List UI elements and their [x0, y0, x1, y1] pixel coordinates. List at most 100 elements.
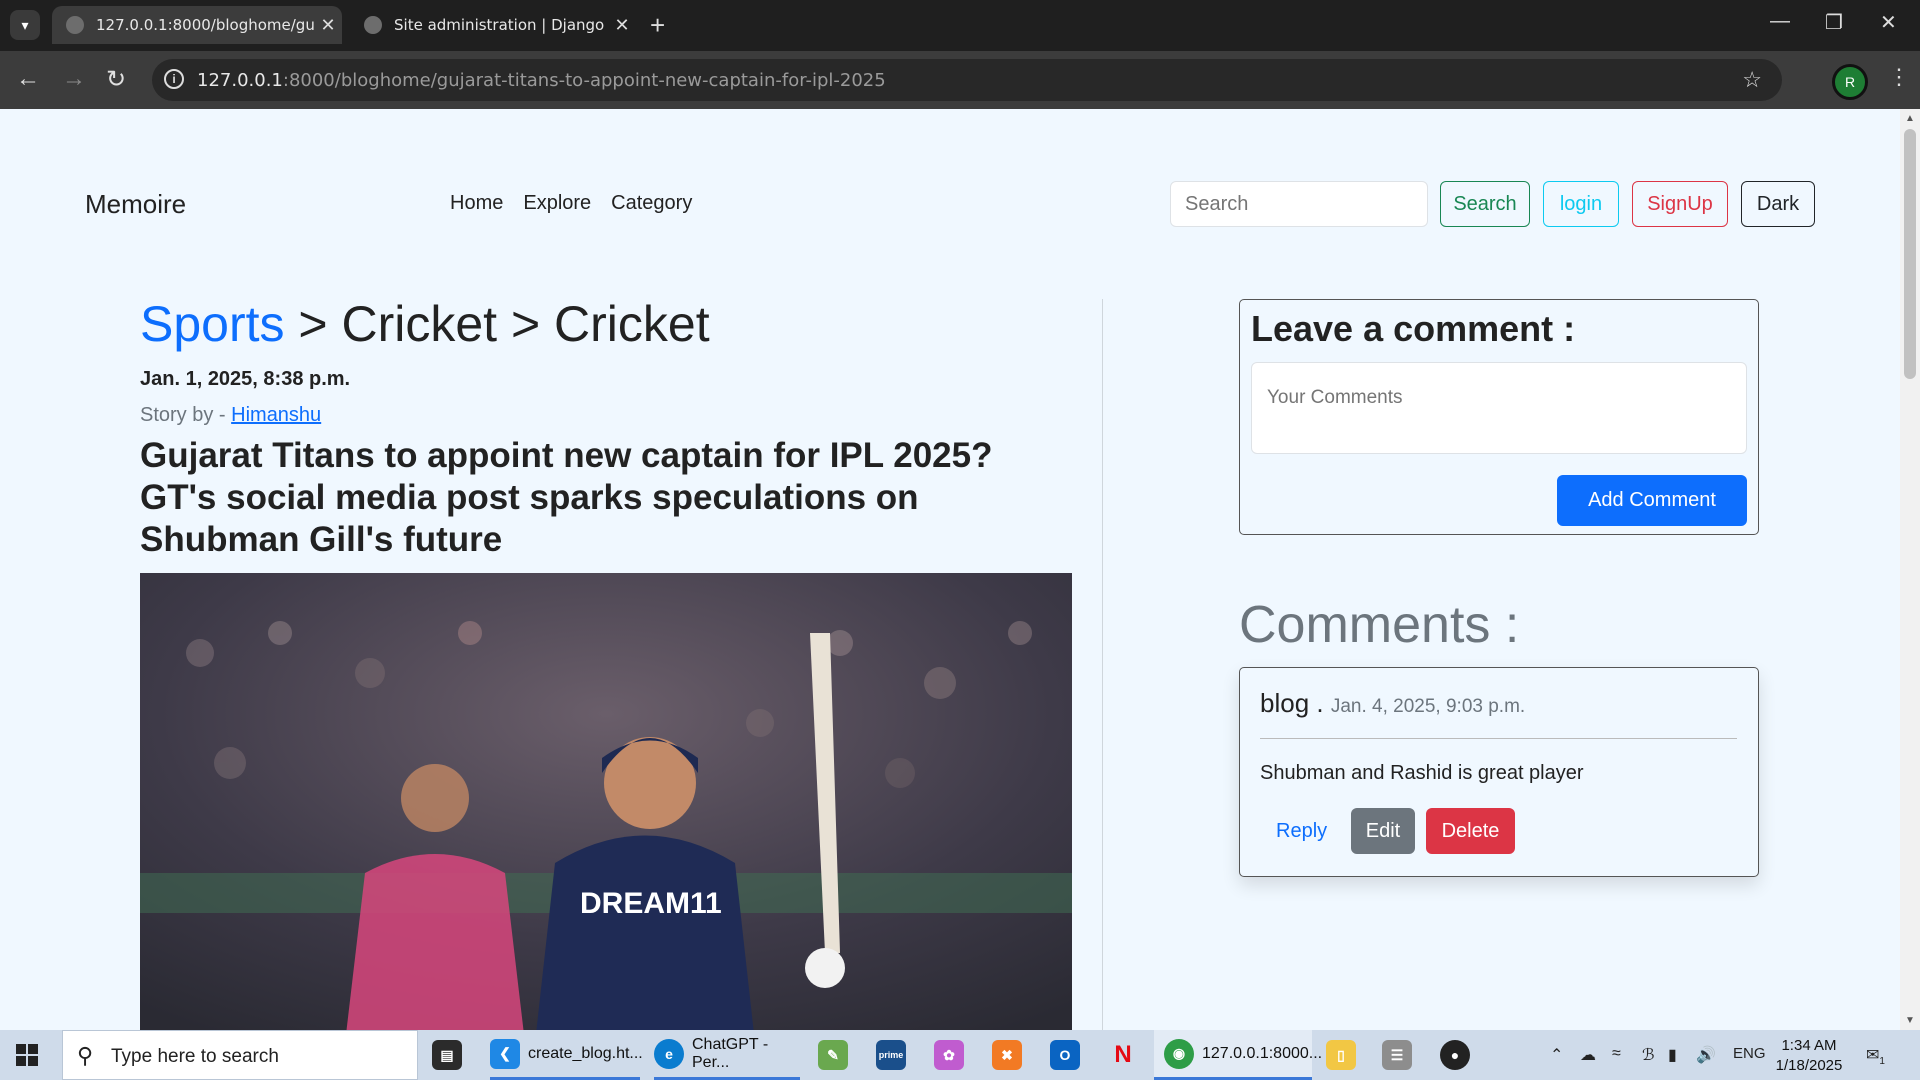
tab-title: Site administration | Django site admin [394, 16, 608, 34]
scroll-down-icon[interactable]: ▼ [1905, 1015, 1915, 1026]
author-link[interactable]: Himanshu [231, 404, 321, 426]
forward-icon[interactable]: → [62, 65, 86, 93]
story-by-label: Story by - [140, 404, 232, 426]
dark-mode-button[interactable]: Dark [1741, 181, 1815, 227]
comment-user: blog . [1260, 688, 1324, 718]
comment-time: Jan. 4, 2025, 9:03 p.m. [1330, 696, 1526, 717]
nav-category[interactable]: Category [611, 192, 692, 215]
tab-title: 127.0.0.1:8000/bloghome/gujarat-titans-t… [96, 16, 314, 34]
close-tab-icon[interactable]: ✕ [314, 15, 342, 36]
close-window-icon[interactable]: ✕ [1880, 10, 1897, 35]
login-button[interactable]: login [1543, 181, 1619, 227]
back-icon[interactable]: ← [16, 65, 40, 93]
address-toolbar: ← → ↻ i 127.0.0.1:8000/bloghome/gujarat-… [0, 51, 1920, 109]
delete-button[interactable]: Delete [1426, 808, 1515, 854]
comment-divider [1260, 738, 1737, 739]
profile-avatar[interactable]: R [1832, 64, 1868, 100]
search-icon: ⚲ [77, 1043, 94, 1068]
taskbar-app-label: create_blog.ht... [528, 1044, 643, 1062]
navbar-brand[interactable]: Memoire [85, 189, 186, 220]
nav-home[interactable]: Home [450, 192, 503, 215]
nav-explore[interactable]: Explore [523, 192, 591, 215]
reply-button[interactable]: Reply [1276, 820, 1327, 843]
taskbar-search-placeholder: Type here to search [111, 1046, 279, 1067]
taskbar-app-label: 127.0.0.1:8000... [1202, 1044, 1323, 1062]
search-button[interactable]: Search [1440, 181, 1530, 227]
post-date: Jan. 1, 2025, 8:38 p.m. [140, 368, 351, 390]
scrollbar-thumb[interactable] [1904, 129, 1916, 379]
post-title: Gujarat Titans to appoint new captain fo… [140, 436, 993, 559]
taskbar-app-notepad[interactable]: ✎ [818, 1030, 856, 1080]
page-viewport: Memoire Home Explore Category Search log… [0, 109, 1900, 1030]
breadcrumb-subcategories: > Cricket > Cricket [284, 296, 710, 352]
globe-icon [66, 16, 84, 34]
volume-icon[interactable]: 🔊 [1696, 1045, 1716, 1065]
browser-menu-icon[interactable]: ⋮ [1888, 64, 1910, 90]
taskbar: ⚲ Type here to search ▤ ❮ create_blog.ht… [0, 1030, 1920, 1080]
restore-icon[interactable]: ❐ [1825, 10, 1843, 35]
tab-active[interactable]: 127.0.0.1:8000/bloghome/gujarat-titans-t… [52, 6, 342, 44]
tray-chevron-icon[interactable]: ⌃ [1550, 1045, 1563, 1065]
windows-start-icon[interactable] [16, 1044, 38, 1066]
bookmark-star-icon[interactable]: ☆ [1742, 67, 1762, 93]
jersey-sponsor-text: DREAM11 [580, 887, 722, 920]
add-comment-button[interactable]: Add Comment [1557, 475, 1747, 526]
taskbar-app-file-explorer[interactable]: ▯ [1326, 1030, 1364, 1080]
taskbar-search[interactable]: ⚲ Type here to search [62, 1030, 418, 1080]
taskbar-clock[interactable]: 1:34 AM 1/18/2025 [1774, 1036, 1844, 1076]
post-image: DREAM11 [140, 573, 1072, 1030]
tab-django-admin[interactable]: Site administration | Django site admin … [350, 6, 636, 44]
comment-card: blog . Jan. 4, 2025, 9:03 p.m. Shubman a… [1239, 667, 1759, 877]
url-bar[interactable]: i 127.0.0.1:8000/bloghome/gujarat-titans… [152, 59, 1782, 101]
notification-count: 1 [1879, 1056, 1885, 1068]
signup-button[interactable]: SignUp [1632, 181, 1728, 227]
taskbar-app-netflix[interactable]: N [1108, 1030, 1146, 1080]
edit-button[interactable]: Edit [1351, 808, 1415, 854]
comment-textarea[interactable] [1251, 362, 1747, 454]
comments-heading: Comments : [1239, 596, 1520, 654]
taskbar-app-vscode[interactable]: ❮ create_blog.ht... [490, 1030, 643, 1080]
notification-icon[interactable]: ✉1 [1866, 1045, 1885, 1067]
tray-onedrive-icon[interactable]: ☁ [1580, 1045, 1596, 1065]
comment-form-heading: Leave a comment : [1251, 308, 1576, 349]
nav-links: Home Explore Category [450, 192, 692, 215]
tab-search-button[interactable]: ▾ [10, 10, 40, 40]
taskbar-app-prime-video[interactable]: prime [876, 1030, 914, 1080]
site-info-icon[interactable]: i [164, 69, 184, 89]
globe-icon [364, 16, 382, 34]
close-tab-icon[interactable]: ✕ [608, 15, 636, 36]
taskbar-app-copilot[interactable]: ✿ [934, 1030, 972, 1080]
comment-header: blog . Jan. 4, 2025, 9:03 p.m. [1260, 688, 1525, 719]
minimize-icon[interactable]: — [1770, 10, 1790, 33]
page-scrollbar[interactable]: ▲ ▼ [1900, 109, 1920, 1030]
new-tab-button[interactable]: + [650, 10, 665, 40]
taskbar-app-outlook[interactable]: O [1050, 1030, 1088, 1080]
taskbar-app-chatgpt[interactable]: e ChatGPT - Per... [654, 1030, 800, 1080]
post-author-line: Story by - Himanshu [140, 404, 321, 427]
breadcrumb: Sports > Cricket > Cricket [140, 295, 710, 353]
chrome-icon: ◉ [1164, 1038, 1194, 1069]
taskbar-app-database[interactable]: ☰ [1382, 1030, 1420, 1080]
taskbar-app-github[interactable]: ● [1440, 1030, 1478, 1080]
search-input[interactable] [1170, 181, 1428, 227]
reload-icon[interactable]: ↻ [106, 65, 126, 94]
comment-text: Shubman and Rashid is great player [1260, 762, 1584, 784]
taskbar-app-chrome[interactable]: ◉ 127.0.0.1:8000... [1154, 1030, 1322, 1080]
battery-icon[interactable]: ▮ [1668, 1045, 1677, 1065]
comment-form: Leave a comment : Add Comment [1239, 299, 1759, 535]
browser-tab-strip: ▾ 127.0.0.1:8000/bloghome/gujarat-titans… [0, 0, 1920, 51]
column-divider [1102, 299, 1103, 1030]
taskbar-app-label: ChatGPT - Per... [692, 1035, 769, 1071]
edge-icon: e [654, 1038, 684, 1069]
language-indicator[interactable]: ENG [1733, 1045, 1766, 1062]
taskbar-app-xampp[interactable]: ✖ [992, 1030, 1030, 1080]
clock-date: 1/18/2025 [1775, 1057, 1843, 1074]
vscode-icon: ❮ [490, 1038, 520, 1069]
url-text: 127.0.0.1:8000/bloghome/gujarat-titans-t… [197, 70, 886, 91]
clock-time: 1:34 AM [1781, 1037, 1837, 1054]
breadcrumb-category-link[interactable]: Sports [140, 296, 285, 352]
wifi-icon[interactable]: ≈ [1612, 1045, 1621, 1063]
scroll-up-icon[interactable]: ▲ [1905, 113, 1915, 124]
task-view-icon[interactable]: ▤ [432, 1030, 470, 1080]
bluetooth-icon[interactable]: ℬ [1642, 1045, 1655, 1065]
